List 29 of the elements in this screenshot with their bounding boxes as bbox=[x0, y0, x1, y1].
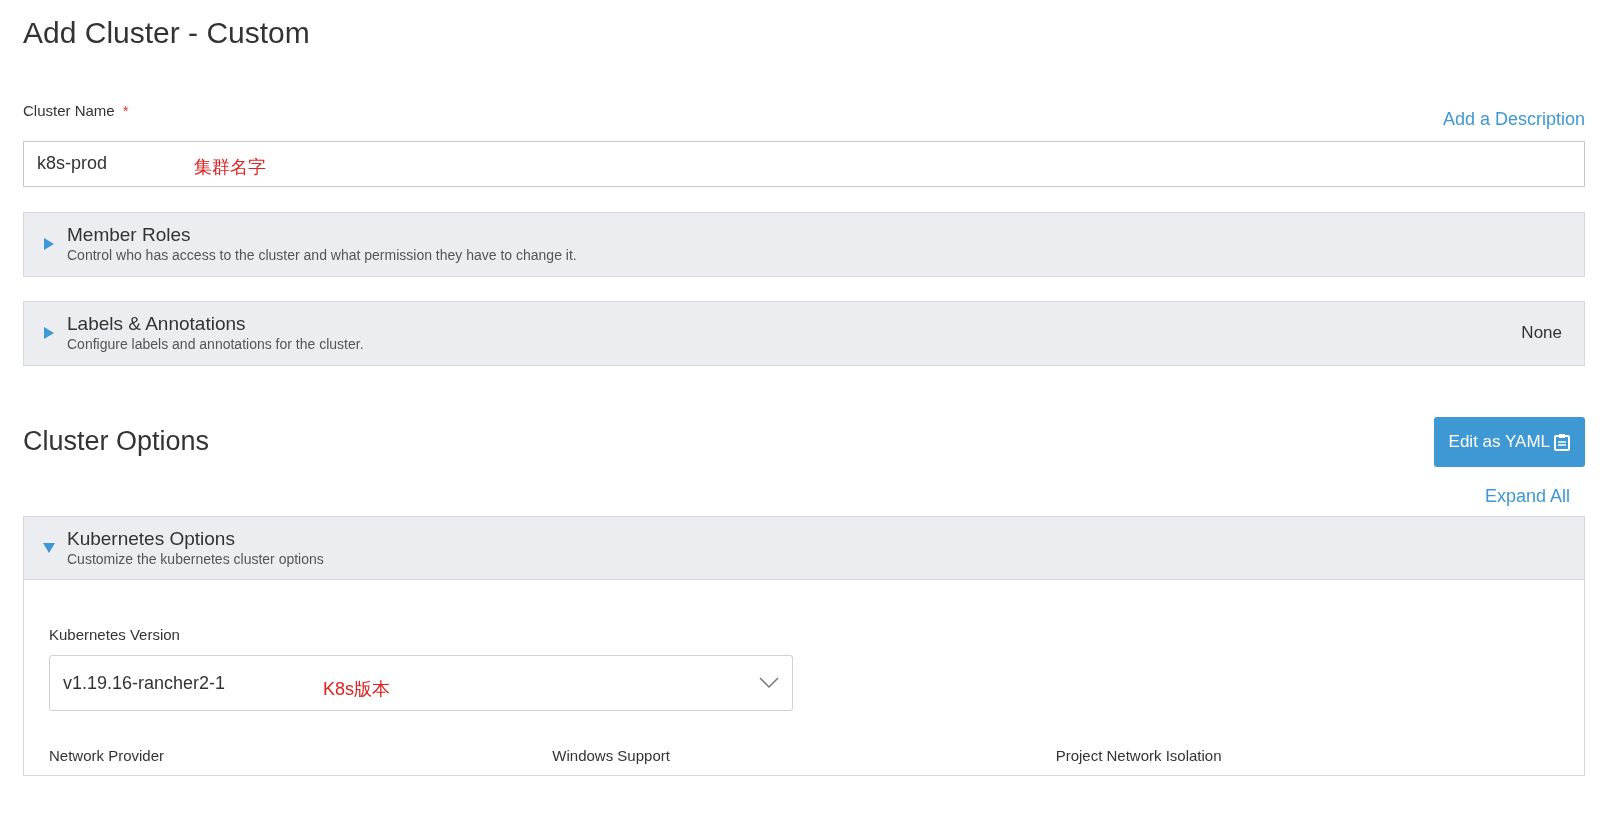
panel-title: Member Roles bbox=[67, 223, 192, 248]
panel-subtitle: Customize the kubernetes cluster options bbox=[67, 550, 324, 569]
clipboard-icon bbox=[1554, 432, 1570, 451]
field-label: Network Provider bbox=[49, 746, 166, 766]
panel-title: Kubernetes Options bbox=[67, 526, 236, 551]
panel-status: None bbox=[1521, 322, 1562, 345]
section-heading: Cluster Options bbox=[23, 425, 210, 459]
expand-triangle-icon bbox=[42, 326, 56, 340]
panel-subtitle: Configure labels and annotations for the cluster. bbox=[67, 336, 365, 354]
panel-subtitle: Control who has access to the cluster and what permission they have to change it. bbox=[67, 247, 578, 265]
panel-title: Labels & Annotations bbox=[67, 312, 247, 337]
required-mark: * bbox=[122, 101, 129, 121]
field-label: Cluster Name bbox=[23, 101, 115, 121]
collapse-triangle-icon bbox=[42, 540, 56, 555]
annotation-text: 集群名字 bbox=[194, 156, 266, 179]
panel-header[interactable]: Labels & Annotations Configure labels and annotations for the cluster. None bbox=[23, 300, 1585, 366]
panel-header[interactable]: Member Roles Control who has access to the cluster and what permission they have to change it. bbox=[23, 211, 1585, 277]
version-select[interactable]: v1.19.16-rancher2-1 K8s版本 bbox=[49, 655, 793, 711]
page-title: Add Cluster - Custom bbox=[23, 15, 311, 51]
field-label: Windows Support bbox=[552, 746, 671, 766]
cluster-name-input[interactable]: k8s-prod 集群名字 bbox=[23, 140, 1585, 187]
field-label: Kubernetes Version bbox=[49, 624, 181, 645]
annotation-text: K8s版本 bbox=[323, 677, 392, 701]
select-value: v1.19.16-rancher2-1 bbox=[63, 671, 227, 695]
chevron-down-icon bbox=[759, 677, 779, 689]
input-value: k8s-prod bbox=[37, 152, 109, 175]
field-label: Project Network Isolation bbox=[1055, 746, 1223, 766]
panel-header[interactable]: Kubernetes Options Customize the kubernetes cluster options bbox=[24, 516, 1584, 580]
expand-triangle-icon bbox=[42, 237, 56, 251]
